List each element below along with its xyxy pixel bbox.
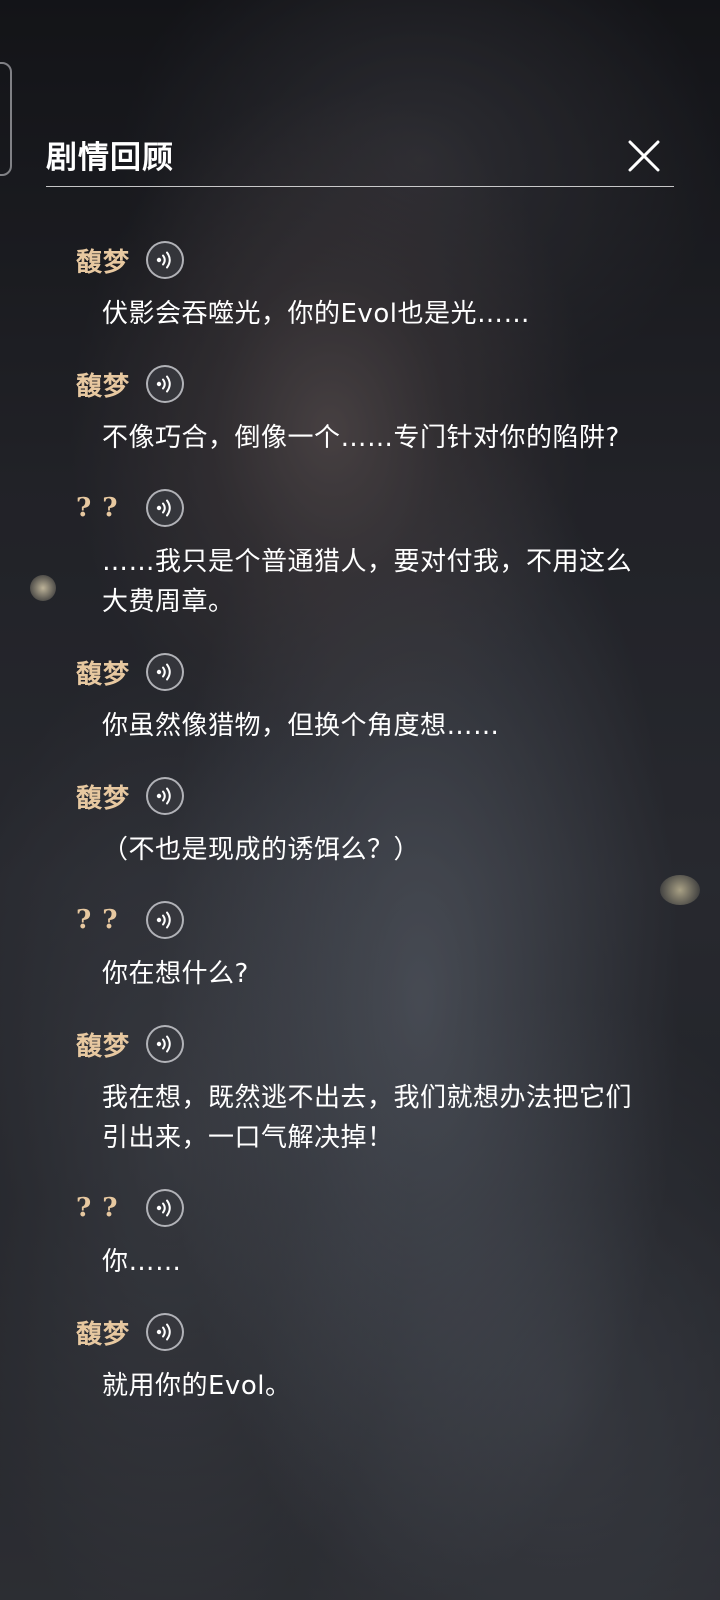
speaker-name: 馥梦	[76, 783, 131, 814]
voice-play-icon	[156, 251, 171, 269]
review-header: 剧情回顾	[46, 128, 674, 186]
dialogue-entry: ? ? 你在想什么?	[0, 900, 720, 994]
speaker-row: 馥梦	[76, 776, 650, 816]
dialogue-entry: 馥梦不像巧合，倒像一个……专门针对你的陷阱?	[0, 364, 720, 458]
voice-replay-button[interactable]	[146, 241, 184, 279]
dialogue-entry: 馥梦你虽然像猎物，但换个角度想……	[0, 652, 720, 746]
voice-replay-button[interactable]	[146, 653, 184, 691]
voice-play-icon	[156, 911, 171, 929]
story-review-screen: 剧情回顾 馥梦 伏影会吞噬光，你的Evol也是光…… 馥梦 不像巧合，倒像一个……专门…	[0, 0, 720, 1600]
voice-replay-button[interactable]	[146, 1313, 184, 1351]
speaker-name: ? ?	[76, 493, 119, 523]
side-frame-decoration	[0, 62, 12, 176]
dialogue-text: 你虽然像猎物，但换个角度想……	[102, 711, 500, 741]
dialogue-text: 我在想，既然逃不出去，我们就想办法把它们引出来，一口气解决掉！	[102, 1083, 633, 1153]
speaker-row: 馥梦	[76, 240, 650, 280]
speaker-name: 馥梦	[76, 247, 131, 278]
speaker-name: 馥梦	[76, 371, 131, 402]
speaker-name: 馥梦	[76, 1031, 131, 1062]
voice-play-icon	[156, 787, 171, 805]
voice-play-icon	[156, 499, 171, 517]
close-button[interactable]	[624, 136, 664, 176]
speaker-row: 馥梦	[76, 652, 650, 692]
voice-replay-button[interactable]	[146, 777, 184, 815]
voice-replay-button[interactable]	[146, 1189, 184, 1227]
speaker-name: 馥梦	[76, 659, 131, 690]
dialogue-log[interactable]: 馥梦 伏影会吞噬光，你的Evol也是光…… 馥梦 不像巧合，倒像一个……专门针对你的陷…	[0, 200, 720, 1600]
dialogue-entry: 馥梦我在想，既然逃不出去，我们就想办法把它们引出来，一口气解决掉！	[0, 1024, 720, 1158]
dialogue-text: 你……	[102, 1247, 182, 1277]
dialogue-entry: 馥梦 （不也是现成的诱饵么？）	[0, 776, 720, 870]
voice-play-icon	[156, 1035, 171, 1053]
dialogue-list: 馥梦 伏影会吞噬光，你的Evol也是光…… 馥梦 不像巧合，倒像一个……专门针对你的陷…	[0, 240, 720, 1436]
voice-replay-button[interactable]	[146, 901, 184, 939]
dialogue-entry: ? ? ……我只是个普通猎人，要对付我，不用这么大费周章。	[0, 488, 720, 622]
voice-play-icon	[156, 1199, 171, 1217]
dialogue-entry: 馥梦就用你的Evol。	[0, 1312, 720, 1406]
header-divider	[46, 186, 674, 187]
speaker-row: ? ?	[76, 1188, 650, 1228]
speaker-name: ? ?	[76, 905, 119, 935]
dialogue-entry: ? ? 你……	[0, 1188, 720, 1282]
voice-replay-button[interactable]	[146, 1025, 184, 1063]
close-icon	[628, 140, 660, 172]
dialogue-text: 你在想什么?	[102, 959, 249, 989]
dialogue-text: 伏影会吞噬光，你的Evol也是光……	[102, 299, 530, 329]
dialogue-text: ……我只是个普通猎人，要对付我，不用这么大费周章。	[102, 547, 633, 617]
speaker-row: ? ?	[76, 488, 650, 528]
dialogue-entry: 馥梦伏影会吞噬光，你的Evol也是光……	[0, 240, 720, 334]
voice-play-icon	[156, 663, 171, 681]
speaker-name: ? ?	[76, 1193, 119, 1223]
speaker-name: 馥梦	[76, 1319, 131, 1350]
page-title: 剧情回顾	[46, 140, 174, 176]
dialogue-text: （不也是现成的诱饵么？）	[102, 835, 421, 865]
speaker-row: 馥梦	[76, 1312, 650, 1352]
voice-replay-button[interactable]	[146, 365, 184, 403]
voice-play-icon	[156, 375, 171, 393]
speaker-row: 馥梦	[76, 1024, 650, 1064]
voice-play-icon	[156, 1323, 171, 1341]
speaker-row: 馥梦	[76, 364, 650, 404]
dialogue-text: 不像巧合，倒像一个……专门针对你的陷阱?	[102, 423, 620, 453]
voice-replay-button[interactable]	[146, 489, 184, 527]
speaker-row: ? ?	[76, 900, 650, 940]
dialogue-text: 就用你的Evol。	[102, 1371, 292, 1401]
